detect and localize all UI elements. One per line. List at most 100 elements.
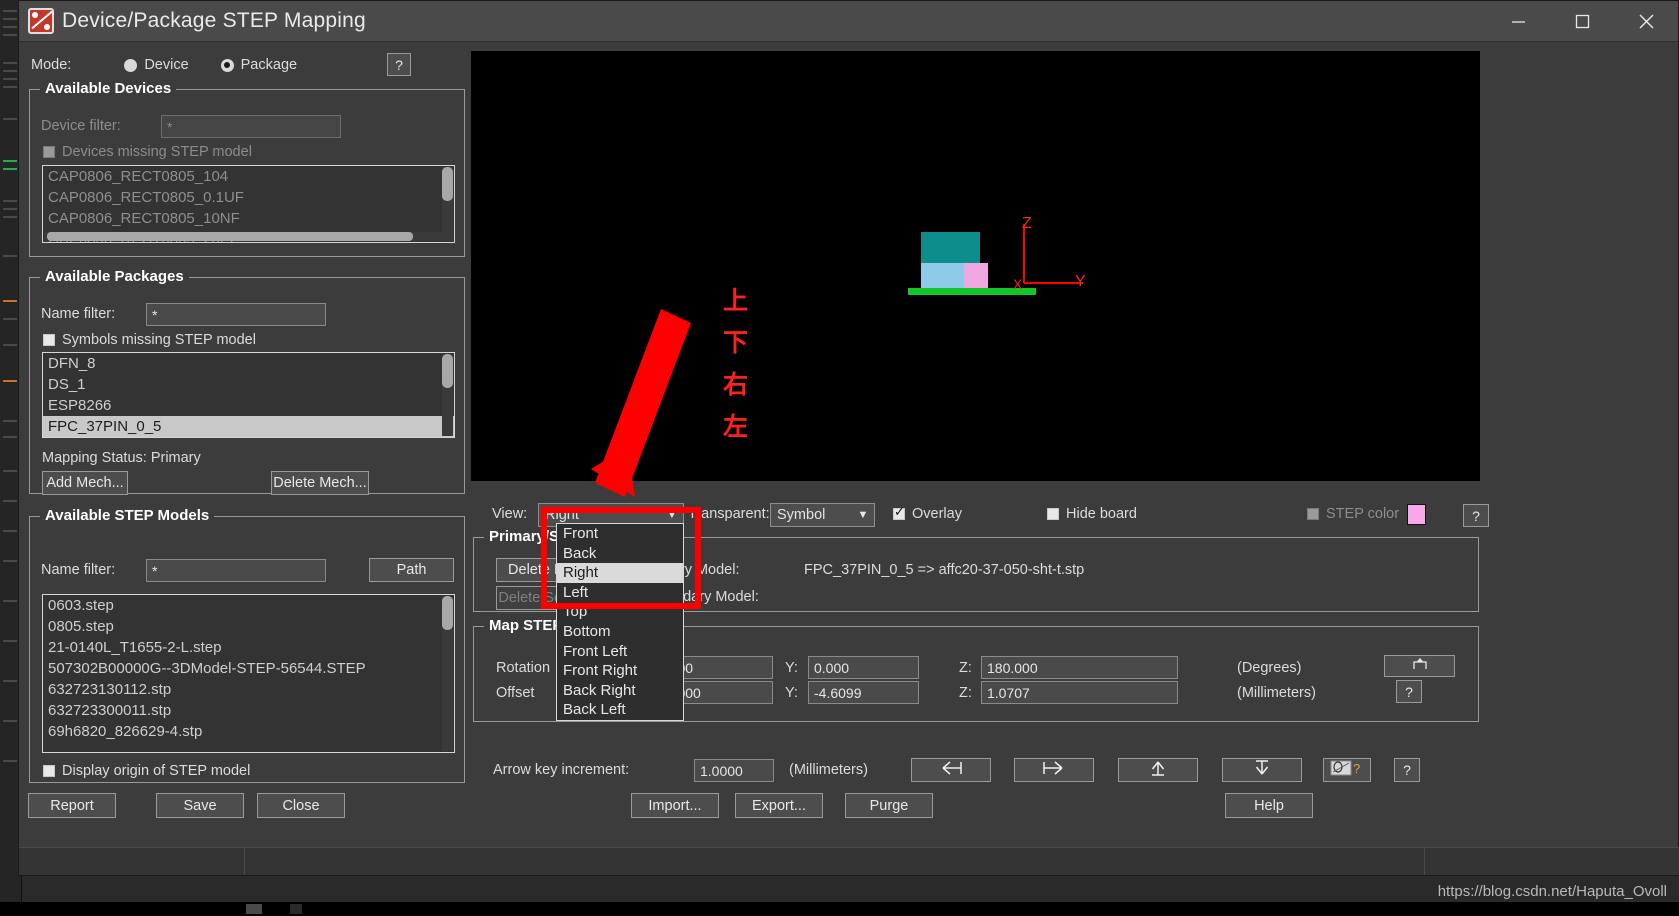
list-item[interactable]: CAP0806_RECT0805_10NF [43, 208, 454, 229]
step-color-swatch[interactable] [1407, 504, 1426, 525]
package-filter-input[interactable]: * [146, 303, 326, 326]
offset-z-input[interactable]: 1.0707 [981, 681, 1178, 704]
model-render [908, 224, 1083, 295]
list-item[interactable]: 69h6820_826629-4.stp [43, 721, 454, 742]
arrow-right-button[interactable] [1014, 758, 1094, 782]
hide-board-checkbox[interactable]: Hide board [1047, 506, 1137, 522]
maximize-icon[interactable] [1550, 1, 1614, 42]
devices-list-hscrollbar[interactable] [44, 232, 442, 241]
chevron-down-icon: ▼ [857, 509, 869, 521]
view-combobox-value: Right [545, 507, 579, 523]
scrollbar-thumb[interactable] [442, 596, 453, 630]
list-item[interactable]: 0603.step [43, 595, 454, 616]
view-option-front-left[interactable]: Front Left [557, 642, 683, 662]
list-item[interactable]: DS_1 [43, 374, 454, 395]
annotation-char-right: 右 [723, 370, 749, 399]
list-item[interactable]: CAP0806_RECT0805_0.1UF [43, 187, 454, 208]
purge-button[interactable]: Purge [845, 793, 933, 818]
minimize-icon[interactable] [1486, 1, 1550, 42]
list-item[interactable]: 507302B00000G--3DModel-STEP-56544.STEP [43, 658, 454, 679]
package-filter-label: Name filter: [41, 306, 116, 322]
transparent-combobox-value: Symbol [777, 507, 826, 523]
step-color-checkbox[interactable]: STEP color [1307, 506, 1399, 522]
step-filter-input[interactable]: * [146, 559, 326, 582]
arrow-up-button[interactable] [1118, 758, 1198, 782]
mode-label: Mode: [31, 57, 72, 73]
available-devices-list[interactable]: CAP0806_RECT0805_104 CAP0806_RECT0805_0.… [42, 165, 455, 243]
list-item[interactable]: 0805.step [43, 616, 454, 637]
mode-radio-device[interactable]: Device [124, 57, 189, 73]
view-dropdown-menu[interactable]: Front Back Right Left Top Bottom Front L… [556, 523, 684, 721]
view-option-front[interactable]: Front [557, 524, 683, 544]
list-item[interactable]: 632723130112.stp [43, 679, 454, 700]
rotation-y-label: Y: [785, 660, 798, 676]
view-option-top[interactable]: Top [557, 602, 683, 622]
rotate-button[interactable] [1384, 655, 1455, 677]
view-option-back[interactable]: Back [557, 544, 683, 564]
list-item[interactable]: DFN_8 [43, 353, 454, 374]
scrollbar-thumb[interactable] [47, 232, 414, 241]
report-button[interactable]: Report [28, 793, 116, 818]
list-item[interactable]: 632723300011.stp [43, 700, 454, 721]
offset-z-label: Z: [959, 685, 972, 701]
view-option-bottom[interactable]: Bottom [557, 622, 683, 642]
arrow-key-increment-input[interactable]: 1.0000 [694, 759, 774, 782]
view-option-back-left[interactable]: Back Left [557, 700, 683, 720]
offset-label: Offset [496, 685, 535, 701]
mouse-help-button[interactable]: ? [1323, 758, 1371, 782]
packages-list-scrollbar[interactable] [442, 354, 453, 436]
list-item[interactable]: CAP0806_RECT0805_104 [43, 166, 454, 187]
save-button[interactable]: Save [156, 793, 244, 818]
arrow-row-help-button[interactable]: ? [1394, 758, 1420, 782]
offset-y-input[interactable]: -4.6099 [808, 681, 919, 704]
available-packages-list[interactable]: DFN_8 DS_1 ESP8266 FPC_37PIN_0_5 [42, 352, 455, 438]
arrow-left-button[interactable] [911, 758, 991, 782]
view-option-back-right[interactable]: Back Right [557, 681, 683, 701]
arrow-down-button[interactable] [1222, 758, 1302, 782]
list-item[interactable]: ESP8266 [43, 395, 454, 416]
annotation-char-down: 下 [723, 328, 749, 357]
devices-list-scrollbar[interactable] [442, 167, 453, 241]
transparent-label: Transparent: [688, 506, 770, 522]
scrollbar-thumb[interactable] [442, 354, 453, 388]
status-bar [19, 847, 1679, 875]
mode-help-button[interactable]: ? [387, 53, 411, 76]
rotation-y-input[interactable]: 0.000 [808, 656, 919, 679]
overlay-label: Overlay [912, 506, 962, 522]
export-button[interactable]: Export... [735, 793, 823, 818]
list-item[interactable]: 21-0140L_T1655-2-L.step [43, 637, 454, 658]
list-item-selected[interactable]: FPC_37PIN_0_5 [43, 416, 454, 437]
delete-mech-button[interactable]: Delete Mech... [271, 471, 369, 495]
rotation-z-input[interactable]: 180.000 [981, 656, 1178, 679]
import-button[interactable]: Import... [631, 793, 719, 818]
mode-radio-package[interactable]: Package [220, 57, 297, 73]
status-cell-2 [245, 848, 1425, 875]
model-viewport[interactable]: Z Y X 上 下 右 左 [471, 51, 1480, 481]
map-step-help-button[interactable]: ? [1396, 680, 1422, 703]
help-button[interactable]: Help [1225, 793, 1313, 818]
device-filter-input[interactable]: * [161, 115, 341, 138]
scrollbar-thumb[interactable] [442, 167, 453, 201]
display-origin-checkbox[interactable]: Display origin of STEP model [43, 763, 250, 779]
arrow-key-increment-label: Arrow key increment: [493, 762, 630, 778]
step-models-list-scrollbar[interactable] [442, 596, 453, 751]
mapping-status: Mapping Status: Primary [42, 450, 201, 466]
view-label: View: [492, 506, 528, 522]
symbols-missing-step-checkbox[interactable]: Symbols missing STEP model [43, 332, 256, 348]
devices-missing-step-checkbox[interactable]: Devices missing STEP model [43, 144, 252, 160]
view-option-front-right[interactable]: Front Right [557, 661, 683, 681]
close-button[interactable]: Close [257, 793, 345, 818]
available-step-models-list[interactable]: 0603.step 0805.step 21-0140L_T1655-2-L.s… [42, 594, 455, 753]
view-option-right[interactable]: Right [557, 563, 683, 583]
status-cell-1 [19, 848, 245, 875]
path-button[interactable]: Path [369, 558, 454, 582]
watermark: https://blog.csdn.net/Haputa_Ovoll [1437, 883, 1667, 900]
close-icon[interactable] [1614, 1, 1678, 42]
device-filter-label: Device filter: [41, 118, 121, 134]
checkbox-indicator [43, 334, 55, 346]
add-mech-button[interactable]: Add Mech... [42, 471, 128, 495]
view-toolbar-help-button[interactable]: ? [1463, 504, 1489, 527]
overlay-checkbox[interactable]: Overlay [893, 505, 962, 522]
view-option-left[interactable]: Left [557, 583, 683, 603]
transparent-combobox[interactable]: Symbol ▼ [770, 503, 875, 527]
